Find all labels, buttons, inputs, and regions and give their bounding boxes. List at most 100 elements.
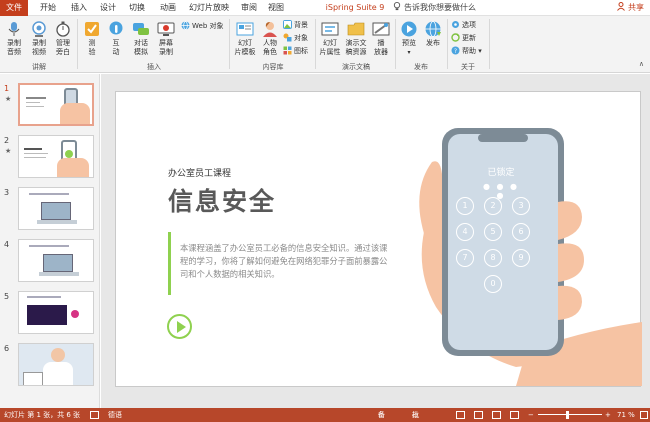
icons-label: 图标	[294, 47, 308, 55]
zoom-out-button[interactable]: −	[528, 408, 534, 422]
record-video-label-1: 录制	[32, 39, 46, 47]
tab-transitions[interactable]: 切换	[125, 0, 149, 16]
keypad-key[interactable]: 0	[484, 275, 502, 293]
slide-title[interactable]: 信息安全	[168, 182, 276, 218]
keypad-key[interactable]: 5	[484, 223, 502, 241]
player-button[interactable]: 播 放器	[370, 20, 392, 57]
keypad-key[interactable]: 3	[512, 197, 530, 215]
characters-button[interactable]: 人物 角色	[259, 20, 281, 57]
keypad-key[interactable]: 8	[484, 249, 502, 267]
help-dropdown-icon[interactable]: ▾	[476, 47, 482, 55]
screen-record-label-1: 屏幕	[159, 39, 173, 47]
microphone-icon	[8, 22, 20, 36]
publish-label: 发布	[426, 39, 440, 47]
collapse-ribbon-icon[interactable]: ∧	[639, 60, 644, 68]
slide-thumbnail-4[interactable]	[18, 239, 94, 282]
tab-animations[interactable]: 动画	[156, 0, 180, 16]
update-label: 更新	[462, 34, 476, 42]
language-indicator[interactable]: 德语	[108, 408, 122, 422]
notes-label: 备注	[378, 411, 385, 419]
tab-review[interactable]: 审阅	[238, 0, 260, 16]
hand-pointer-icon	[109, 21, 123, 35]
ribbon-separator	[395, 19, 396, 69]
course-subtitle[interactable]: 办公室员工课程	[168, 166, 231, 179]
dialog-sim-button[interactable]: 对话 模拟	[130, 20, 152, 57]
slide-thumbnail-5[interactable]	[18, 291, 94, 334]
keypad-key[interactable]: 9	[512, 249, 530, 267]
zoom-slider-thumb[interactable]	[566, 411, 569, 419]
slide-template-button[interactable]: 幻灯 片模板	[233, 20, 257, 57]
tab-insert[interactable]: 插入	[67, 0, 91, 16]
monitor-record-icon	[157, 22, 175, 36]
keypad-key[interactable]: 1	[456, 197, 474, 215]
slide-description[interactable]: 本课程涵盖了办公室员工必备的信息安全知识。通过该课程的学习，你将了解如何避免在网…	[180, 242, 395, 281]
normal-view-icon[interactable]	[456, 411, 465, 419]
dialog-sim-label-2: 模拟	[134, 48, 148, 56]
background-button[interactable]: 背景	[283, 20, 308, 30]
manage-narration-label-1: 管理	[56, 39, 70, 47]
person-icon	[617, 2, 626, 11]
slide-count: 幻灯片 第 1 张，共 6 张	[4, 411, 81, 419]
keypad-key[interactable]: 6	[512, 223, 530, 241]
icons-button[interactable]: 图标	[283, 46, 308, 56]
ribbon-tab-row: 文件 开始 插入 设计 切换 动画 幻灯片放映 审阅 视图 iSpring Su…	[0, 0, 650, 16]
manage-narration-button[interactable]: 管理 旁白	[52, 20, 74, 57]
slide-thumbnail-3[interactable]	[18, 187, 94, 230]
zoom-slider[interactable]	[538, 414, 602, 415]
webcam-icon	[32, 21, 46, 37]
presentation-resources-button[interactable]: 演示文 稿资源	[343, 20, 369, 57]
help-button[interactable]: ? 帮助 ▾	[451, 46, 482, 56]
slide-canvas[interactable]: 办公室员工课程 信息安全 本课程涵盖了办公室员工必备的信息安全知识。通过该课程的…	[115, 91, 642, 387]
tell-me-box[interactable]: 告诉我你想要做什么	[393, 0, 476, 16]
tab-design[interactable]: 设计	[96, 0, 120, 16]
refresh-icon	[451, 33, 460, 42]
publish-button[interactable]: 发布	[422, 20, 444, 48]
screen-record-button[interactable]: 屏幕 录制	[155, 20, 177, 57]
slide-thumbnail-1[interactable]	[18, 83, 94, 126]
web-object-button[interactable]: Web 对象	[181, 21, 224, 31]
dialog-bubbles-icon	[133, 23, 149, 35]
interaction-label-2: 动	[112, 48, 120, 56]
preview-button[interactable]: 预览 ▾	[398, 20, 420, 57]
tab-slideshow[interactable]: 幻灯片放映	[186, 0, 232, 16]
keypad-key[interactable]: 7	[456, 249, 474, 267]
presentation-resources-label-1: 演示文	[345, 39, 367, 47]
zoom-level[interactable]: 71 %	[617, 408, 635, 422]
update-button[interactable]: 更新	[451, 33, 476, 43]
record-audio-label-2: 音频	[7, 48, 21, 56]
record-audio-button[interactable]: 录制 音频	[3, 20, 25, 57]
preview-play-icon	[401, 21, 417, 37]
slide-props-button[interactable]: 幻灯 片属性	[318, 20, 342, 57]
record-video-button[interactable]: 录制 视频	[28, 20, 50, 57]
preview-dropdown-icon[interactable]: ▾	[398, 48, 420, 57]
play-button-icon[interactable]	[167, 314, 192, 339]
zoom-in-button[interactable]: +	[605, 408, 611, 422]
group-label-about: 关于	[461, 63, 475, 71]
tab-view[interactable]: 视图	[265, 0, 287, 16]
reading-view-icon[interactable]	[492, 411, 501, 419]
slide-thumbnail-6[interactable]	[18, 343, 94, 386]
player-tools-icon	[372, 22, 390, 36]
slideshow-icon[interactable]	[510, 411, 519, 419]
spellcheck-icon[interactable]	[90, 411, 99, 419]
keypad-key[interactable]: 4	[456, 223, 474, 241]
slide-properties-icon	[321, 22, 339, 36]
objects-label: 对象	[294, 34, 308, 42]
objects-button[interactable]: 对象	[283, 33, 308, 43]
keypad-key[interactable]: 2	[484, 197, 502, 215]
slide-sorter-icon[interactable]	[474, 411, 483, 419]
tab-home[interactable]: 开始	[35, 0, 61, 16]
slide-thumbnails-pane[interactable]: 1 ★ 2 ★ 3 4 5 6	[0, 74, 100, 408]
slide-thumbnail-2[interactable]	[18, 135, 94, 178]
thumb-number-1: 1	[4, 84, 10, 93]
stopwatch-icon	[56, 21, 70, 37]
tab-file[interactable]: 文件	[0, 0, 28, 16]
tab-ispring[interactable]: iSpring Suite 9	[324, 0, 386, 16]
slide-edit-area[interactable]: 办公室员工课程 信息安全 本课程涵盖了办公室员工必备的信息安全知识。通过该课程的…	[101, 74, 650, 408]
quiz-button[interactable]: 测 验	[81, 20, 103, 57]
share-button[interactable]: 共享	[617, 0, 644, 16]
options-button[interactable]: 选项	[451, 20, 476, 30]
screen-record-label-2: 录制	[159, 48, 173, 56]
interaction-button[interactable]: 互 动	[105, 20, 127, 57]
fit-window-icon[interactable]	[640, 411, 648, 419]
